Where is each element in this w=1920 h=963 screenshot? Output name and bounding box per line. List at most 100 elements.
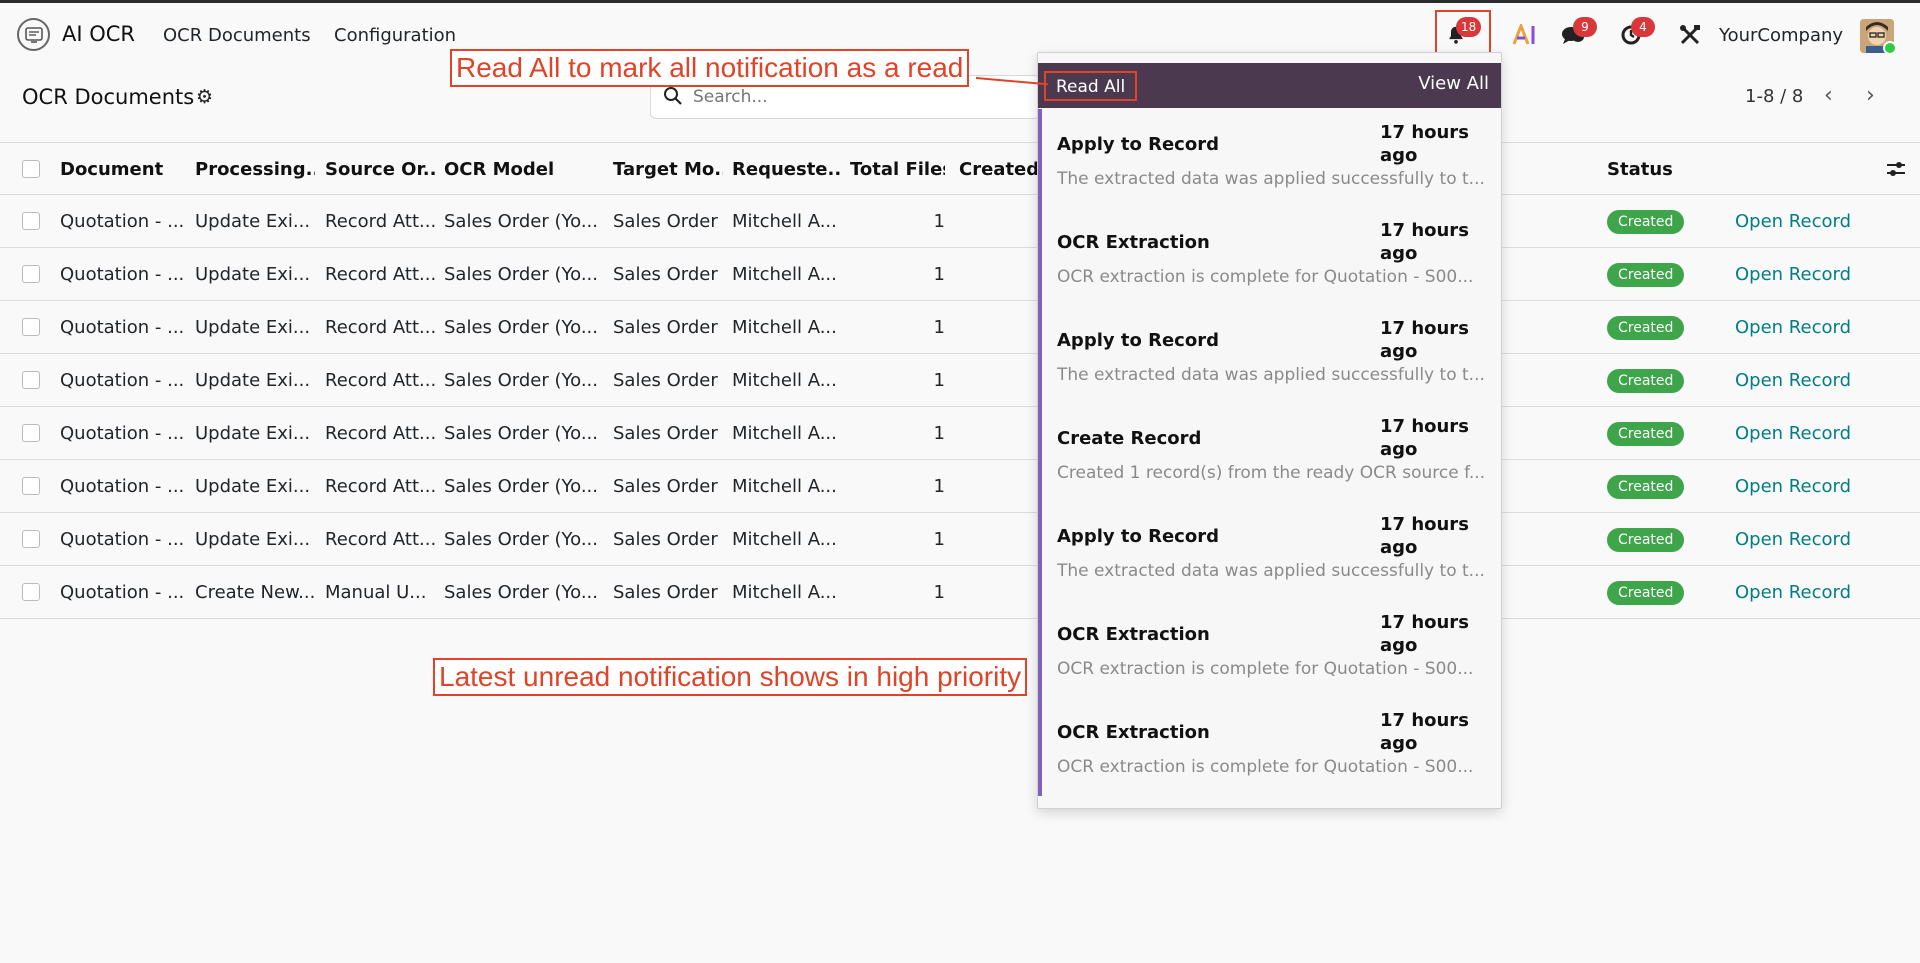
col-created[interactable]: Created — [959, 143, 1039, 196]
app-logo-icon[interactable] — [17, 18, 50, 51]
pager-value[interactable]: 1-8 / 8 — [1745, 86, 1803, 107]
row-total-files: 1 — [933, 476, 945, 497]
notification-item[interactable]: Create Record 17 hours ago Created 1 rec… — [1042, 403, 1501, 501]
status-badge: Created — [1607, 316, 1685, 340]
notification-time: 17 hours ago — [1380, 122, 1469, 166]
notification-title: Apply to Record — [1057, 526, 1219, 547]
open-record-button[interactable]: Open Record — [1735, 248, 1865, 301]
notification-description: Created 1 record(s) from the ready OCR s… — [1057, 463, 1486, 483]
notification-item[interactable]: OCR Extraction 17 hours ago OCR extracti… — [1042, 697, 1501, 795]
row-processing: Create New... — [195, 582, 315, 603]
notification-description: The extracted data was applied successfu… — [1057, 561, 1485, 581]
row-document: Quotation - ... — [60, 529, 185, 550]
gear-icon[interactable]: ⚙ — [196, 86, 213, 108]
debug-tools-button[interactable] — [1676, 21, 1704, 49]
ai-logo-icon — [1512, 24, 1535, 45]
row-total-files: 1 — [933, 582, 945, 603]
open-record-button[interactable]: Open Record — [1735, 513, 1865, 566]
notifications-button[interactable]: 18 — [1442, 17, 1482, 49]
notification-list: Apply to Record 17 hours ago The extract… — [1038, 109, 1501, 796]
notification-time: 17 hours ago — [1380, 416, 1469, 460]
table-row[interactable]: Quotation - ... Update Exi... Record Att… — [0, 407, 1920, 460]
notification-description: The extracted data was applied successfu… — [1057, 169, 1485, 189]
row-requested: Mitchell A... — [732, 317, 837, 338]
row-total-files: 1 — [933, 211, 945, 232]
table-row[interactable]: Quotation - ... Update Exi... Record Att… — [0, 354, 1920, 407]
messaging-button[interactable]: 9 — [1559, 17, 1597, 49]
row-document: Quotation - ... — [60, 476, 185, 497]
col-status[interactable]: Status — [1607, 143, 1717, 196]
open-record-button[interactable]: Open Record — [1735, 407, 1865, 460]
open-record-button[interactable]: Open Record — [1735, 195, 1865, 248]
row-checkbox[interactable] — [22, 371, 40, 389]
status-badge: Created — [1607, 422, 1685, 446]
row-source: Record Att... — [325, 476, 435, 497]
app-name[interactable]: AI OCR — [62, 22, 135, 46]
row-checkbox[interactable] — [22, 265, 40, 283]
search-input[interactable] — [693, 86, 1023, 108]
table-row[interactable]: Quotation - ... Update Exi... Record Att… — [0, 460, 1920, 513]
row-processing: Update Exi... — [195, 423, 311, 444]
notification-title: OCR Extraction — [1057, 624, 1210, 645]
row-target-model: Sales Order — [613, 317, 718, 338]
chevron-left-icon[interactable]: ‹ — [1824, 83, 1833, 108]
notification-title: OCR Extraction — [1057, 232, 1210, 253]
col-document[interactable]: Document — [60, 143, 185, 196]
notification-item[interactable]: OCR Extraction 17 hours ago OCR extracti… — [1042, 207, 1501, 305]
table-row[interactable]: Quotation - ... Update Exi... Record Att… — [0, 248, 1920, 301]
activity-button[interactable]: 4 — [1617, 17, 1655, 49]
open-record-button[interactable]: Open Record — [1735, 301, 1865, 354]
row-checkbox[interactable] — [22, 212, 40, 230]
select-all-checkbox[interactable] — [22, 160, 40, 178]
row-checkbox[interactable] — [22, 424, 40, 442]
col-source[interactable]: Source Or... — [325, 143, 435, 196]
table-row[interactable]: Quotation - ... Create New... Manual U..… — [0, 566, 1920, 619]
company-switcher[interactable]: YourCompany — [1719, 25, 1843, 46]
ai-button[interactable] — [1511, 21, 1539, 49]
nav-configuration[interactable]: Configuration — [334, 25, 456, 46]
row-source: Record Att... — [325, 317, 435, 338]
page-title: OCR Documents — [22, 85, 195, 109]
col-processing[interactable]: Processing... — [195, 143, 315, 196]
open-record-button[interactable]: Open Record — [1735, 354, 1865, 407]
notification-item[interactable]: Apply to Record 17 hours ago The extract… — [1042, 501, 1501, 599]
row-checkbox[interactable] — [22, 583, 40, 601]
notification-header: Read All View All — [1038, 63, 1501, 108]
activity-badge: 4 — [1631, 17, 1655, 37]
row-source: Manual U... — [325, 582, 427, 603]
notification-item[interactable]: OCR Extraction 17 hours ago OCR extracti… — [1042, 599, 1501, 697]
row-ocr-model: Sales Order (Yo... — [444, 211, 598, 232]
read-all-button[interactable]: Read All — [1044, 71, 1138, 101]
row-checkbox[interactable] — [22, 318, 40, 336]
row-checkbox[interactable] — [22, 530, 40, 548]
open-record-button[interactable]: Open Record — [1735, 566, 1865, 619]
table-row[interactable]: Quotation - ... Update Exi... Record Att… — [0, 195, 1920, 248]
row-requested: Mitchell A... — [732, 264, 837, 285]
row-target-model: Sales Order — [613, 423, 718, 444]
column-settings-icon[interactable] — [1885, 159, 1907, 179]
row-target-model: Sales Order — [613, 211, 718, 232]
view-all-button[interactable]: View All — [1418, 73, 1489, 94]
chevron-right-icon[interactable]: › — [1866, 83, 1875, 108]
notification-description: OCR extraction is complete for Quotation… — [1057, 757, 1474, 777]
notification-description: OCR extraction is complete for Quotation… — [1057, 659, 1474, 679]
notification-item[interactable]: Apply to Record 17 hours ago The extract… — [1042, 109, 1501, 207]
table-row[interactable]: Quotation - ... Update Exi... Record Att… — [0, 301, 1920, 354]
notifications-badge: 18 — [1456, 17, 1482, 37]
col-total-files[interactable]: Total Files — [850, 143, 945, 196]
row-ocr-model: Sales Order (Yo... — [444, 582, 598, 603]
table-row[interactable]: Quotation - ... Update Exi... Record Att… — [0, 513, 1920, 566]
open-record-button[interactable]: Open Record — [1735, 460, 1865, 513]
notification-item[interactable]: Apply to Record 17 hours ago The extract… — [1042, 305, 1501, 403]
col-target-model[interactable]: Target Mo... — [613, 143, 723, 196]
col-requested[interactable]: Requeste... — [732, 143, 842, 196]
row-target-model: Sales Order — [613, 476, 718, 497]
row-processing: Update Exi... — [195, 264, 311, 285]
notification-time: 17 hours ago — [1380, 612, 1469, 656]
nav-ocr-documents[interactable]: OCR Documents — [163, 25, 311, 46]
col-ocr-model[interactable]: OCR Model — [444, 143, 604, 196]
row-checkbox[interactable] — [22, 477, 40, 495]
row-requested: Mitchell A... — [732, 476, 837, 497]
row-document: Quotation - ... — [60, 370, 185, 391]
row-processing: Update Exi... — [195, 317, 311, 338]
